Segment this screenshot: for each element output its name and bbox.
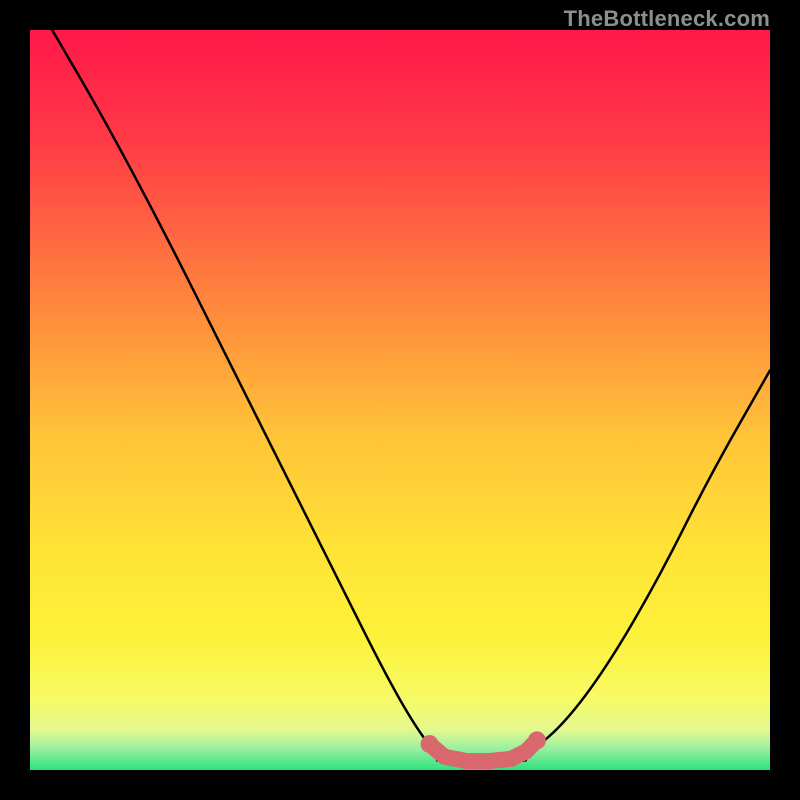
highlight-dot [528,731,546,749]
chart-frame: TheBottleneck.com [0,0,800,800]
left-curve [52,30,437,755]
curves-layer [30,30,770,770]
watermark-text: TheBottleneck.com [564,6,770,32]
highlight-dot [421,735,439,753]
highlight-path [430,740,537,761]
right-curve [526,370,770,755]
plot-area [30,30,770,770]
